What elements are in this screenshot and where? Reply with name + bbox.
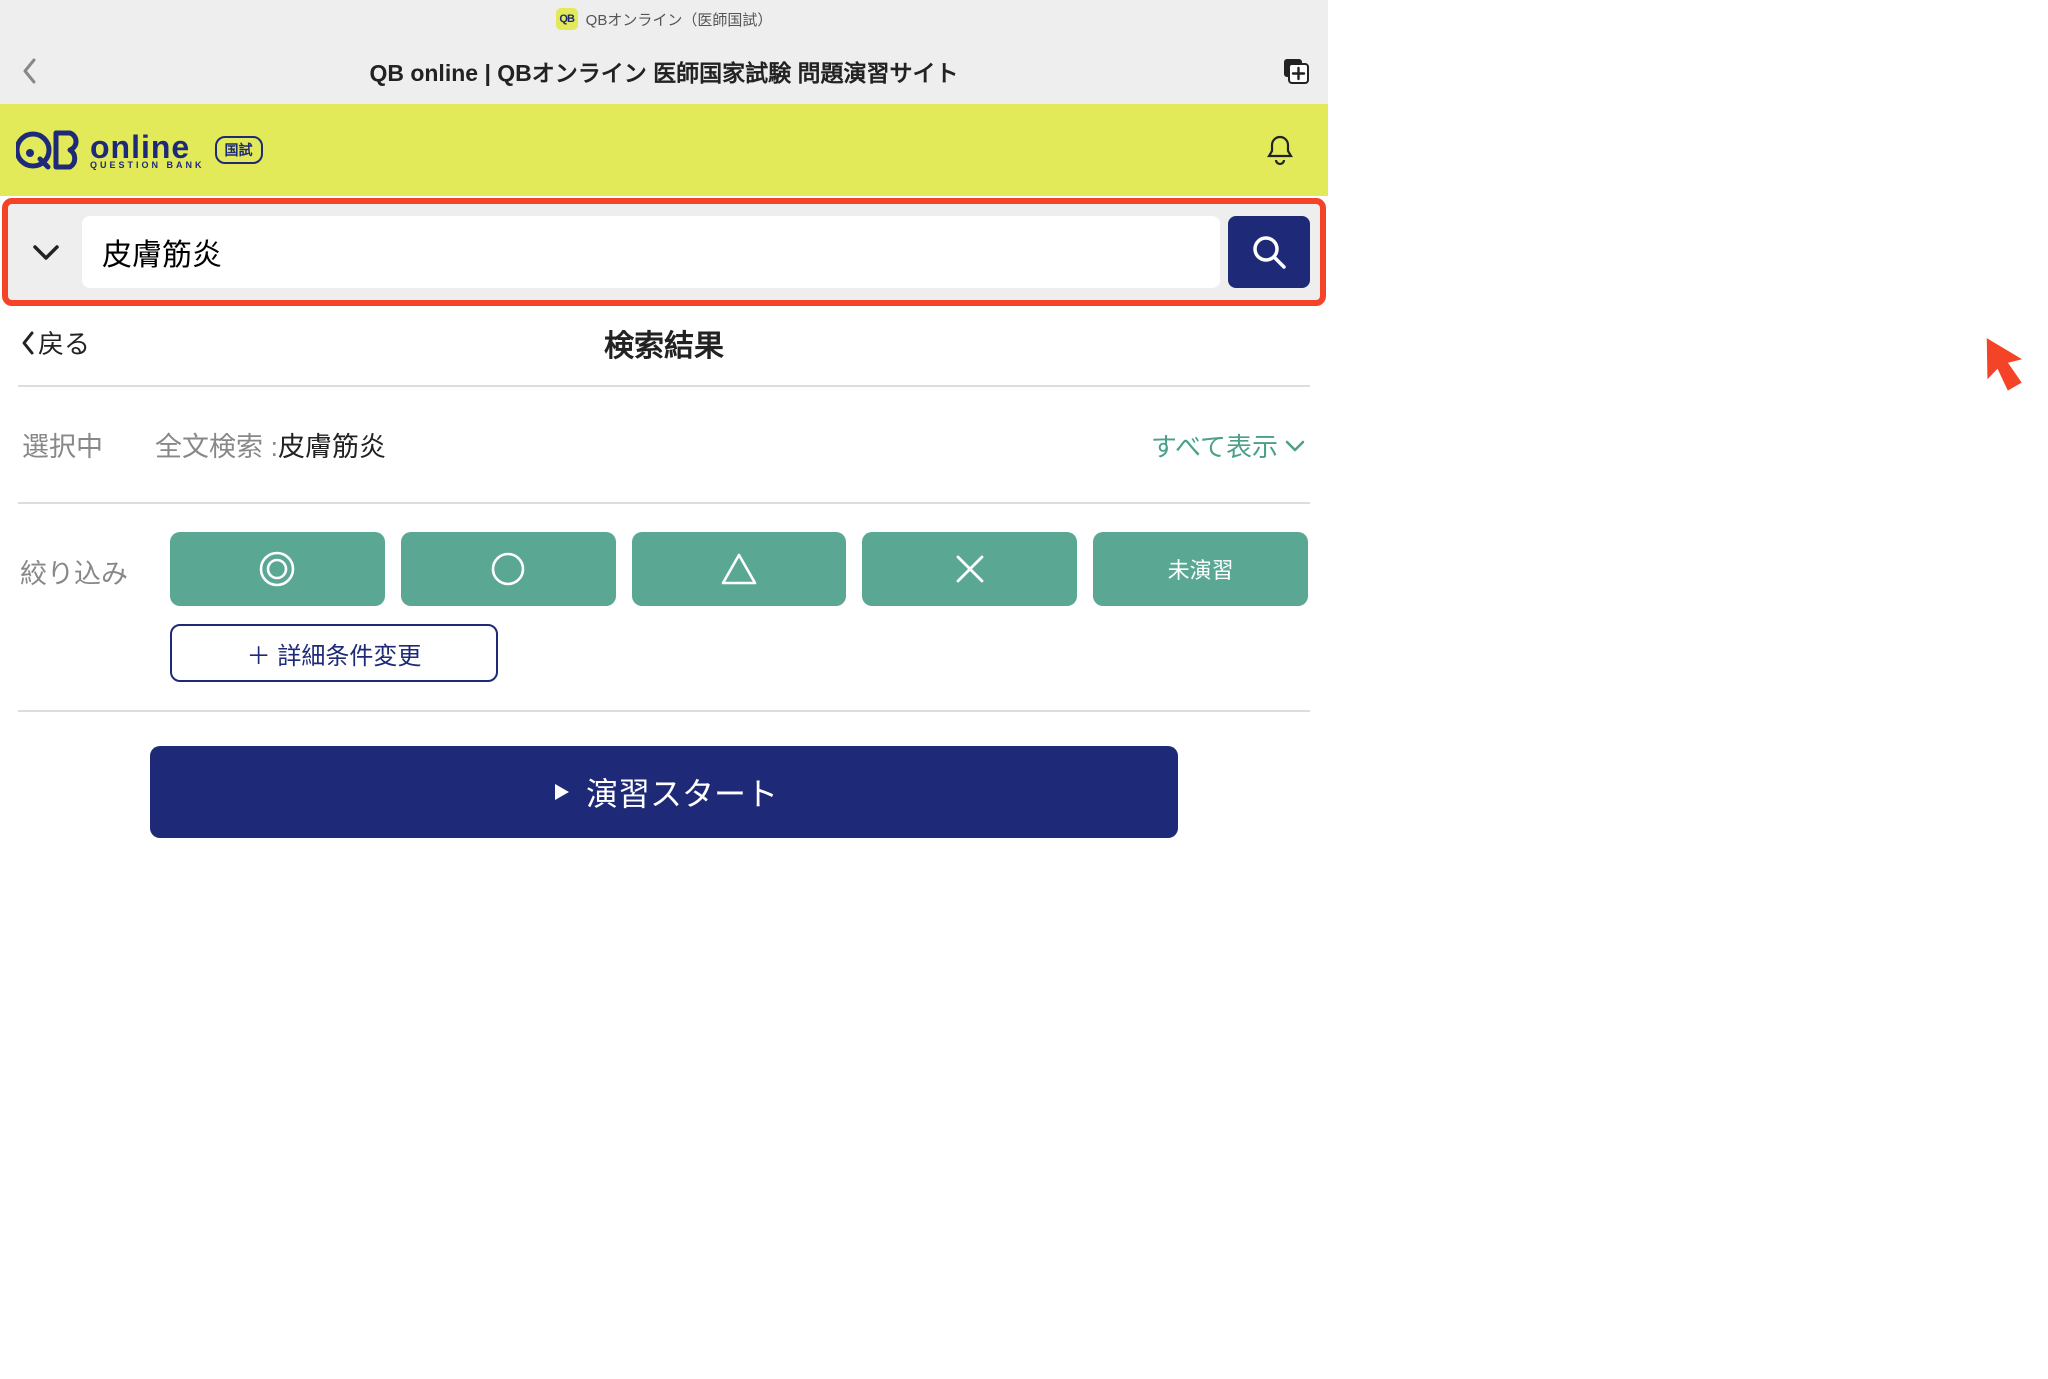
triangle-icon [719,549,759,589]
filter-label: 絞り込み [20,532,140,591]
bell-icon [1263,133,1297,167]
brand-logo-badge: 国試 [215,136,263,164]
back-label: 戻る [38,324,90,361]
circle-icon [488,549,528,589]
page-title: QB online | QBオンライン 医師国家試験 問題演習サイト [0,54,1328,88]
notifications-button[interactable] [1260,130,1300,170]
x-icon [950,549,990,589]
brand-header: online QUESTION BANK 国試 [0,104,1328,196]
qb-logo-mark [16,125,82,175]
filter-circle-button[interactable] [401,532,616,606]
active-selection-row: 選択中 全文検索 : 皮膚筋炎 すべて表示 [0,387,1328,502]
results-header-row: 戻る 検索結果 [0,306,1328,385]
brand-logo[interactable]: online QUESTION BANK 国試 [16,125,263,175]
double-circle-icon [257,549,297,589]
detail-conditions-label: ＋ 詳細条件変更 [247,636,422,671]
filter-button-row: 未演習 [170,532,1308,606]
brand-logo-subtext: QUESTION BANK [90,161,205,170]
status-bar: QB QBオンライン（医師国試） [0,0,1328,38]
add-tab-button[interactable] [1280,55,1312,87]
filter-section: 絞り込み 未演習 ＋ 詳細条件変更 [0,504,1328,682]
selection-value: 全文検索 : 皮膚筋炎 [155,425,1099,464]
show-all-label: すべて表示 [1151,427,1278,464]
detail-conditions-button[interactable]: ＋ 詳細条件変更 [170,624,498,682]
filter-unpracticed-button[interactable]: 未演習 [1093,532,1308,606]
selection-term: 皮膚筋炎 [278,425,386,464]
divider [18,710,1310,712]
chevron-left-icon [20,330,36,356]
filter-double-circle-button[interactable] [170,532,385,606]
practice-start-label: 演習スタート [586,769,778,815]
browser-nav-bar: QB online | QBオンライン 医師国家試験 問題演習サイト [0,38,1328,104]
search-icon [1250,233,1288,271]
search-category-dropdown[interactable] [18,217,74,287]
search-bar-container [2,198,1326,306]
back-button[interactable]: 戻る [20,324,90,361]
filter-triangle-button[interactable] [632,532,847,606]
selection-label: 選択中 [22,425,103,464]
filter-unpracticed-label: 未演習 [1168,553,1234,585]
selection-prefix: 全文検索 : [155,425,278,464]
show-all-button[interactable]: すべて表示 [1151,427,1306,464]
search-button[interactable] [1228,216,1310,288]
app-name-label: QBオンライン（医師国試） [586,9,773,30]
chevron-left-icon [21,57,39,85]
app-icon: QB [556,8,578,30]
chevron-down-icon [32,243,60,261]
browser-back-button[interactable] [12,53,48,89]
practice-start-button[interactable]: 演習スタート [150,746,1178,838]
search-input[interactable] [82,216,1220,288]
add-tab-icon [1283,58,1309,84]
chevron-down-icon [1284,439,1306,453]
brand-logo-text: online [90,131,205,163]
results-title: 検索結果 [604,321,724,365]
annotation-arrow [1961,321,2044,409]
play-icon [550,781,572,803]
filter-x-button[interactable] [862,532,1077,606]
